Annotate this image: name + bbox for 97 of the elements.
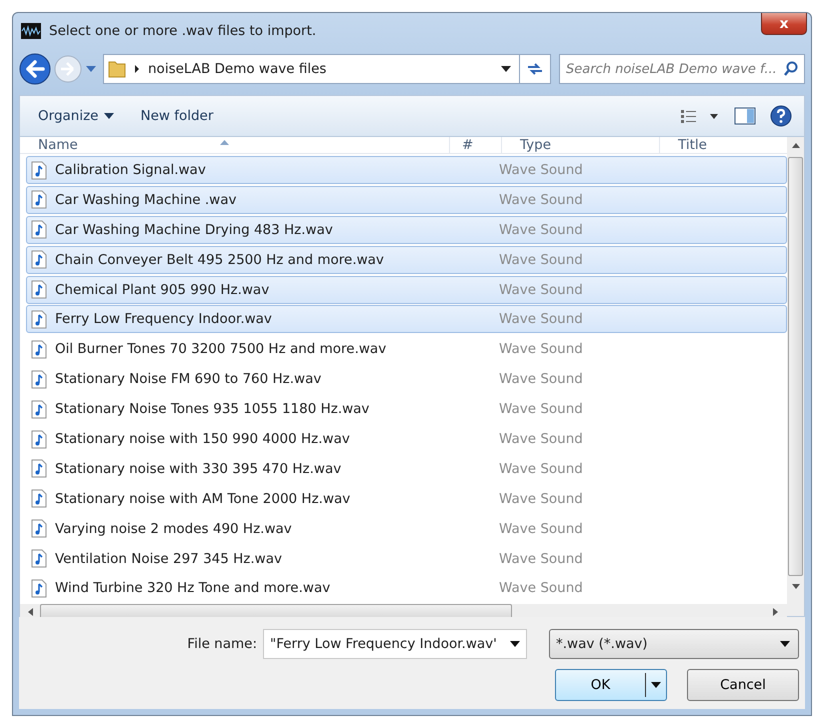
- file-row[interactable]: Oil Burner Tones 70 3200 7500 Hz and more.wav Wave Sound: [26, 335, 787, 364]
- scroll-right-icon[interactable]: [773, 608, 779, 616]
- file-name: Chemical Plant 905 990 Hz.wav: [55, 282, 270, 298]
- file-row[interactable]: Calibration Signal.wav Wave Sound: [26, 156, 787, 184]
- audio-file-icon: [31, 280, 47, 300]
- file-row[interactable]: Varying noise 2 modes 490 Hz.wav Wave Sound: [26, 514, 787, 543]
- file-type: Wave Sound: [499, 311, 583, 328]
- file-type: Wave Sound: [499, 282, 583, 298]
- file-name: Stationary noise with 330 395 470 Hz.wav: [55, 460, 342, 477]
- file-name: Ferry Low Frequency Indoor.wav: [55, 311, 273, 328]
- file-name: Wind Turbine 320 Hz Tone and more.wav: [55, 580, 332, 596]
- audio-file-icon: [31, 220, 47, 240]
- file-row[interactable]: Stationary Noise Tones 935 1055 1180 Hz.wav Wave Sound: [26, 395, 787, 424]
- dropdown-arrow-icon[interactable]: [510, 641, 520, 647]
- file-type: Wave Sound: [499, 341, 583, 358]
- audio-file-icon: [31, 400, 47, 419]
- column-header[interactable]: #: [450, 137, 502, 153]
- address-bar[interactable]: noiseLAB Demo wave files: [103, 54, 551, 84]
- file-row[interactable]: Stationary Noise FM 690 to 760 Hz.wav Wave Sound: [26, 365, 787, 394]
- file-name: Stationary Noise Tones 935 1055 1180 Hz.wav: [55, 401, 370, 418]
- file-name: Ventilation Noise 297 345 Hz.wav: [55, 550, 283, 567]
- file-type: Wave Sound: [499, 580, 583, 596]
- file-type: Wave Sound: [499, 222, 583, 238]
- file-row[interactable]: Car Washing Machine Drying 483 Hz.wav Wave Sound: [26, 216, 787, 244]
- dropdown-arrow-icon[interactable]: [501, 66, 511, 72]
- scroll-down-icon[interactable]: [792, 584, 800, 590]
- file-type: Wave Sound: [499, 371, 583, 388]
- file-name: Stationary noise with 150 990 4000 Hz.wav: [55, 431, 351, 448]
- file-name: Car Washing Machine Drying 483 Hz.wav: [55, 222, 334, 238]
- file-type: Wave Sound: [499, 550, 583, 567]
- file-row[interactable]: Chemical Plant 905 990 Hz.wav Wave Sound: [26, 276, 787, 304]
- file-type: Wave Sound: [499, 252, 583, 268]
- file-name: Oil Burner Tones 70 3200 7500 Hz and more.wav: [55, 341, 388, 358]
- waveform-icon: [21, 23, 41, 39]
- folder-path: noiseLAB Demo wave files: [148, 61, 328, 77]
- column-header[interactable]: Title: [660, 137, 787, 153]
- column-header[interactable]: Name: [20, 137, 450, 153]
- window-title: Select one or more .wav files to import.: [49, 23, 318, 39]
- refresh-icon: [526, 62, 544, 76]
- scrollbar-thumb[interactable]: [788, 157, 803, 576]
- audio-file-icon: [31, 310, 47, 329]
- audio-file-icon: [31, 489, 47, 508]
- file-row[interactable]: Ventilation Noise 297 345 Hz.wav Wave Sound: [26, 544, 787, 573]
- file-row[interactable]: Car Washing Machine .wav Wave Sound: [26, 186, 787, 214]
- preview-pane-icon[interactable]: [734, 107, 756, 125]
- view-options-icon[interactable]: [680, 108, 720, 124]
- column-header[interactable]: Type: [502, 137, 660, 153]
- cancel-button[interactable]: Cancel: [687, 669, 799, 701]
- dropdown-arrow-icon: [651, 682, 661, 688]
- audio-file-icon: [31, 340, 47, 359]
- audio-file-icon: [31, 160, 47, 180]
- audio-file-icon: [31, 578, 47, 598]
- new-folder-button[interactable]: New folder: [134, 104, 220, 128]
- vertical-scrollbar[interactable]: [787, 137, 804, 616]
- scroll-up-icon[interactable]: [792, 143, 800, 149]
- audio-file-icon: [31, 430, 47, 449]
- file-name-field[interactable]: "Ferry Low Frequency Indoor.wav': [263, 629, 527, 659]
- search-field[interactable]: Search noiseLAB Demo wave f...: [559, 54, 805, 84]
- file-type: Wave Sound: [499, 460, 583, 477]
- scroll-left-icon[interactable]: [28, 608, 34, 616]
- file-row[interactable]: Stationary noise with AM Tone 2000 Hz.wav Wave Sound: [26, 484, 787, 513]
- file-type: Wave Sound: [499, 490, 583, 507]
- file-name: Calibration Signal.wav: [55, 162, 207, 178]
- audio-file-icon: [31, 519, 47, 538]
- file-name: Varying noise 2 modes 490 Hz.wav: [55, 520, 293, 537]
- file-name: Chain Conveyer Belt 495 2500 Hz and more.wav: [55, 252, 385, 268]
- file-row[interactable]: Chain Conveyer Belt 495 2500 Hz and more.wav Wave Sound: [26, 246, 787, 274]
- file-type: Wave Sound: [499, 162, 583, 178]
- back-icon[interactable]: [19, 53, 51, 85]
- file-type: Wave Sound: [499, 192, 583, 208]
- audio-file-icon: [31, 549, 47, 568]
- sort-arrow-icon: [220, 140, 229, 145]
- file-row[interactable]: Ferry Low Frequency Indoor.wav Wave Sound: [26, 305, 787, 334]
- chevron-right-icon: [134, 65, 140, 73]
- file-row[interactable]: Stationary noise with 330 395 470 Hz.wav Wave Sound: [26, 454, 787, 483]
- file-name: Car Washing Machine .wav: [55, 192, 238, 208]
- file-type: Wave Sound: [499, 520, 583, 537]
- caret-icon: [104, 113, 114, 119]
- audio-file-icon: [31, 459, 47, 478]
- file-name-label: File name:: [187, 636, 257, 652]
- file-name: Stationary Noise FM 690 to 760 Hz.wav: [55, 371, 322, 388]
- file-type: Wave Sound: [499, 401, 583, 418]
- file-row[interactable]: Stationary noise with 150 990 4000 Hz.wav Wave Sound: [26, 425, 787, 454]
- help-icon[interactable]: [770, 105, 792, 127]
- dropdown-arrow-icon: [780, 641, 790, 647]
- file-type-dropdown[interactable]: *.wav (*.wav): [549, 629, 799, 659]
- file-row[interactable]: Wind Turbine 320 Hz Tone and more.wav Wave Sound: [26, 574, 787, 602]
- close-button[interactable]: x: [761, 13, 807, 35]
- file-type: Wave Sound: [499, 431, 583, 448]
- ok-button[interactable]: OK: [555, 669, 667, 701]
- folder-icon: [108, 59, 126, 79]
- audio-file-icon: [31, 190, 47, 210]
- organize-button[interactable]: Organize: [32, 104, 120, 128]
- search-icon: [783, 61, 799, 77]
- file-name: Stationary noise with AM Tone 2000 Hz.wav: [55, 490, 352, 507]
- audio-file-icon: [31, 370, 47, 389]
- audio-file-icon: [31, 250, 47, 270]
